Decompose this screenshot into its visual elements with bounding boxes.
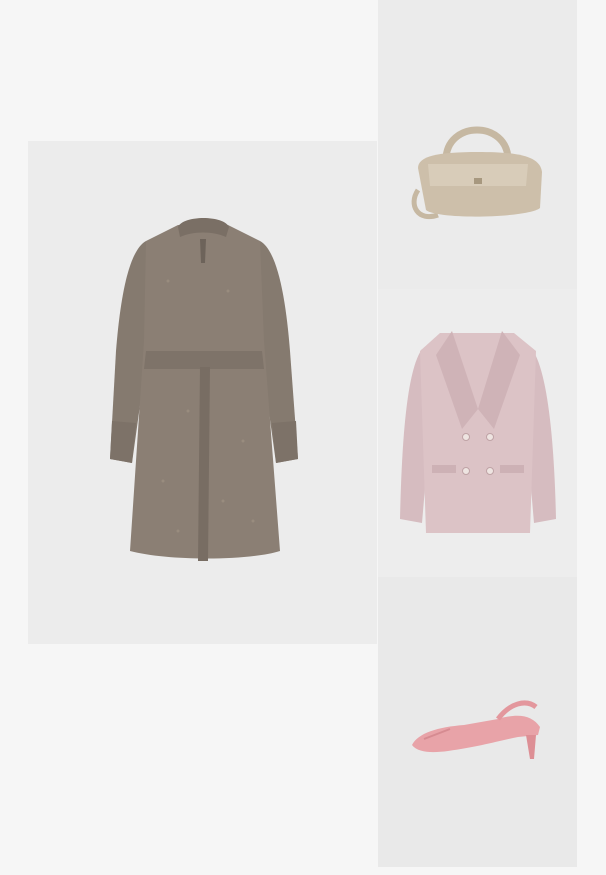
product-tile-slingback-heel[interactable] — [378, 577, 577, 867]
handbag-image — [411, 126, 542, 220]
blazer-image — [400, 331, 556, 533]
product-tile-handbag[interactable] — [378, 0, 577, 289]
product-tile-dress[interactable] — [28, 141, 377, 644]
dress-image — [110, 218, 298, 561]
product-tile-blazer[interactable] — [378, 289, 577, 577]
slingback-heel-image — [412, 700, 540, 759]
